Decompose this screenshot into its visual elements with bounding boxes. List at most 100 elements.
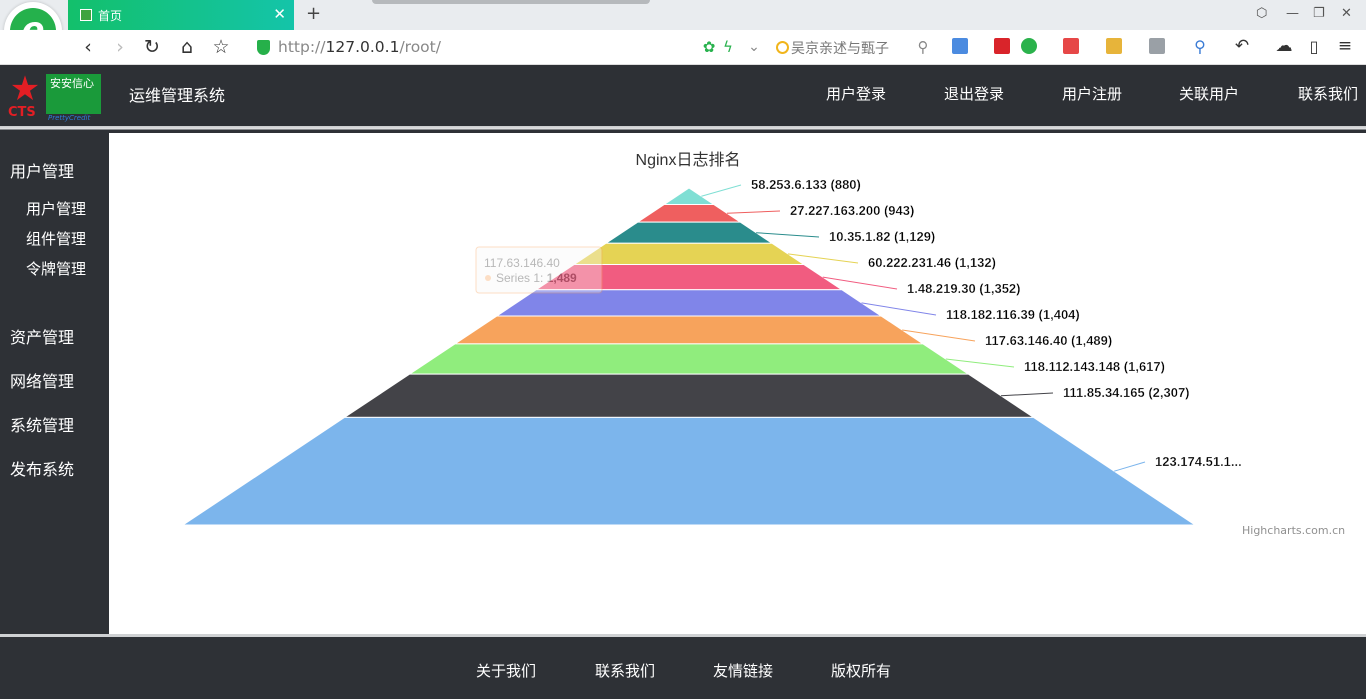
tab-title: 首页 [98, 9, 123, 23]
restore-icon[interactable]: ❐ [1313, 6, 1325, 21]
search-icon[interactable]: ⚲ [911, 38, 935, 56]
sidebar-group-users[interactable]: 用户管理 [10, 158, 74, 182]
url-prefix: http:// [278, 38, 326, 56]
forward-icon[interactable]: › [108, 36, 132, 58]
bookmark-star-icon[interactable]: ☆ [209, 36, 233, 58]
data-label: 117.63.146.40 (1,489) [985, 333, 1112, 348]
label-connector [701, 184, 742, 197]
url-field[interactable]: http://127.0.0.1/root/ [278, 38, 441, 56]
chart-tooltip: 117.63.146.40 Series 1: 1,489 [475, 246, 603, 294]
footer: 关于我们 联系我们 友情链接 版权所有 [0, 634, 1366, 699]
lightning-icon[interactable]: ϟ [716, 38, 740, 56]
nav-register[interactable]: 用户注册 [1062, 83, 1122, 104]
system-title: 运维管理系统 [129, 86, 226, 105]
deals-icon[interactable] [994, 38, 1010, 54]
brand-sub: PrettyCredit [48, 114, 91, 122]
apps-icon[interactable] [952, 38, 968, 54]
label-connector [1114, 461, 1146, 472]
url-path: /root/ [399, 38, 441, 56]
footer-contact[interactable]: 联系我们 [595, 660, 655, 681]
brand-badge: 安安信心 [46, 74, 101, 114]
data-label: 123.174.51.1... [1155, 454, 1242, 469]
payment-icon[interactable] [1021, 38, 1037, 54]
nav-contact[interactable]: 联系我们 [1298, 83, 1358, 104]
sidebar-group-network[interactable]: 网络管理 [10, 368, 74, 392]
pyramid-chart: Nginx日志排名 58.253.6.133 (880) 27.227.163.2… [181, 151, 1242, 526]
search-field[interactable]: 吴京亲述与甄子 [776, 38, 889, 58]
tab-close-icon[interactable]: ✕ [273, 5, 286, 23]
skin-icon[interactable]: ⬡ [1256, 6, 1267, 21]
home-icon[interactable]: ⌂ [175, 36, 199, 58]
secure-shield-icon [257, 40, 270, 55]
screenshot-icon[interactable] [1149, 38, 1165, 54]
footer-copyright[interactable]: 版权所有 [831, 660, 891, 681]
chart-title: Nginx日志排名 [636, 151, 741, 169]
sidebar-group-release[interactable]: 发布系统 [10, 456, 74, 480]
url-host: 127.0.0.1 [325, 38, 400, 56]
zoom-icon[interactable]: ⚲ [1188, 37, 1212, 56]
data-label: 118.112.143.148 (1,617) [1024, 359, 1165, 374]
new-tab-icon[interactable]: + [306, 3, 321, 24]
sidebar-item-component-mgmt[interactable]: 组件管理 [26, 228, 86, 249]
label-connector [756, 232, 820, 238]
data-label: 1.48.219.30 (1,352) [907, 281, 1020, 296]
nav-link-user[interactable]: 关联用户 [1179, 83, 1239, 104]
data-label: 60.222.231.46 (1,132) [868, 255, 996, 270]
extension-icon[interactable] [1106, 38, 1122, 54]
pyramid-slice[interactable] [342, 373, 1036, 418]
brand-abbr: CTS [8, 105, 36, 120]
reload-icon[interactable]: ↻ [140, 36, 164, 58]
sidebar-item-user-mgmt[interactable]: 用户管理 [26, 198, 86, 219]
data-label: 111.85.34.165 (2,307) [1063, 385, 1190, 400]
header-divider [0, 126, 1366, 133]
sidebar-item-token-mgmt[interactable]: 令牌管理 [26, 258, 86, 279]
undo-icon[interactable]: ↶ [1230, 36, 1254, 56]
tooltip-marker [485, 275, 491, 281]
menu-icon[interactable]: ≡ [1333, 36, 1357, 56]
pyramid-slice[interactable] [636, 203, 742, 223]
label-connector [726, 210, 781, 214]
brand-logo[interactable]: ★ CTS 安安信心 PrettyCredit [6, 72, 102, 122]
chart-credits[interactable]: Highcharts.com.cn [1242, 524, 1345, 537]
data-label: 10.35.1.82 (1,129) [829, 229, 935, 244]
footer-about[interactable]: 关于我们 [476, 660, 536, 681]
pyramid-slice[interactable] [572, 242, 806, 265]
main-content: Nginx日志排名 58.253.6.133 (880) 27.227.163.2… [109, 133, 1366, 635]
sidebar-group-assets[interactable]: 资产管理 [10, 324, 74, 348]
url-dropdown-icon[interactable]: ⌄ [742, 39, 766, 55]
tooltip-title: 117.63.146.40 [484, 256, 560, 270]
search-text: 吴京亲述与甄子 [791, 41, 889, 57]
tab-strip-indicator [372, 0, 650, 4]
data-label: 58.253.6.133 (880) [751, 177, 861, 192]
data-label: 118.182.116.39 (1,404) [946, 307, 1080, 322]
nav-logout[interactable]: 退出登录 [944, 83, 1004, 104]
label-connector [1000, 392, 1054, 397]
pdf-icon[interactable] [1063, 38, 1079, 54]
sidebar: 用户管理 用户管理 组件管理 令牌管理 资产管理 网络管理 系统管理 发布系统 [0, 133, 109, 635]
address-toolbar: ‹ › ↻ ⌂ ☆ http://127.0.0.1/root/ ✿ ϟ ⌄ 吴… [0, 30, 1366, 65]
cloud-icon[interactable]: ☁ [1272, 36, 1296, 56]
sidebar-group-system[interactable]: 系统管理 [10, 412, 74, 436]
footer-friend-links[interactable]: 友情链接 [713, 660, 773, 681]
pyramid-slice[interactable] [453, 315, 925, 345]
nav-login[interactable]: 用户登录 [826, 83, 886, 104]
brand-badge-text: 安安信心 [50, 77, 94, 90]
app-header: ★ CTS 安安信心 PrettyCredit 运维管理系统 用户登录 退出登录… [0, 65, 1366, 126]
pyramid-slice[interactable] [495, 289, 883, 317]
close-window-icon[interactable]: ✕ [1341, 6, 1352, 21]
pyramid-slice[interactable] [181, 416, 1197, 526]
tab-favicon-icon [80, 9, 92, 21]
pyramid-slice[interactable] [662, 187, 716, 205]
browser-tab-home[interactable]: 首页 ✕ [68, 0, 294, 30]
back-icon[interactable]: ‹ [76, 36, 100, 58]
data-label: 27.227.163.200 (943) [790, 203, 914, 218]
search-engine-icon [776, 41, 789, 54]
pyramid-slice[interactable] [407, 343, 971, 375]
tooltip-series: Series 1: 1,489 [496, 271, 577, 285]
tooltip-series-name: Series 1 [496, 271, 540, 285]
mobile-icon[interactable]: ▯ [1302, 37, 1326, 56]
browser-tab-bar: 首页 ✕ + ⬡ — ❐ ✕ [0, 0, 1366, 30]
pyramid-slice[interactable] [604, 221, 774, 244]
minimize-icon[interactable]: — [1286, 6, 1299, 21]
tooltip-value: 1,489 [547, 271, 577, 285]
